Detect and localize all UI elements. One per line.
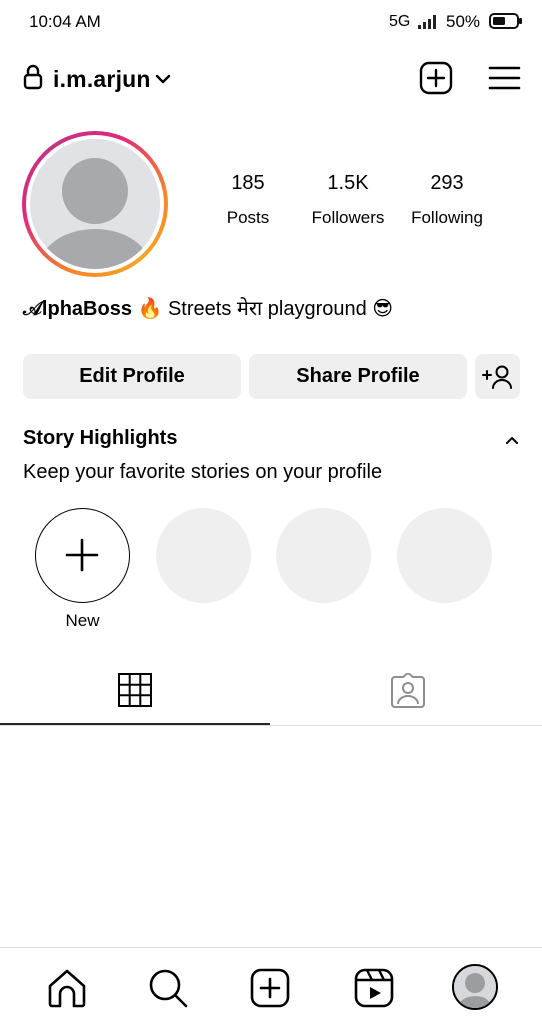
network-type: 5G: [389, 13, 411, 30]
grid-icon: [118, 673, 152, 707]
new-highlight-button[interactable]: [35, 508, 130, 603]
discover-people-button[interactable]: [475, 354, 520, 399]
chevron-down-icon[interactable]: [155, 72, 171, 86]
highlight-placeholder: [397, 508, 492, 603]
stat-following[interactable]: 293 Following: [392, 172, 502, 228]
avatar-placeholder: [30, 139, 160, 269]
tagged-person-icon: [391, 673, 425, 708]
display-name: 𝒜lphaBoss: [23, 298, 132, 320]
new-highlight-label: New: [65, 611, 100, 630]
profile-avatar[interactable]: [22, 131, 168, 277]
bottom-navigation: [0, 947, 542, 1024]
default-user-icon: [454, 966, 496, 1008]
edit-profile-button[interactable]: Edit Profile: [23, 354, 241, 399]
reels-icon[interactable]: [352, 966, 396, 1010]
profile-avatar-nav[interactable]: [452, 964, 498, 1010]
share-profile-button[interactable]: Share Profile: [249, 354, 467, 399]
followers-count: 1.5K: [327, 172, 369, 194]
lock-icon: [23, 64, 43, 90]
highlights-subtitle: Keep your favorite stories on your profi…: [23, 461, 383, 483]
home-icon[interactable]: [45, 966, 89, 1010]
highlights-title: Story Highlights: [23, 427, 178, 449]
posts-label: Posts: [226, 208, 270, 227]
default-user-icon: [30, 139, 160, 269]
highlight-placeholder: [156, 508, 251, 603]
add-person-icon: [481, 365, 512, 389]
tab-divider: [0, 725, 542, 726]
hamburger-menu-icon[interactable]: [486, 62, 522, 94]
signal-icon: [418, 15, 436, 29]
tab-posts-grid[interactable]: [0, 658, 270, 726]
edit-profile-label: Edit Profile: [79, 365, 185, 387]
battery-icon: [489, 13, 522, 29]
plus-square-icon[interactable]: [248, 966, 292, 1010]
search-icon[interactable]: [146, 966, 190, 1010]
followers-label: Followers: [311, 208, 385, 227]
plus-icon: [65, 538, 99, 572]
battery-percent: 50%: [446, 12, 481, 31]
tab-tagged[interactable]: [270, 658, 542, 726]
status-bar: 10:04 AM 5G 50%: [0, 0, 542, 44]
status-time: 10:04 AM: [29, 12, 101, 31]
share-profile-label: Share Profile: [296, 365, 420, 387]
stat-posts[interactable]: 185 Posts: [193, 172, 303, 228]
bio-text: 🔥 Streets मेरा playground 😎: [131, 298, 394, 320]
avatar-border: [26, 135, 164, 273]
profile-header: i.m.arjun: [0, 58, 542, 102]
profile-bio: 𝒜lphaBoss 🔥 Streets मेरा playground 😎: [23, 294, 393, 321]
following-label: Following: [411, 208, 483, 227]
stat-followers[interactable]: 1.5K Followers: [293, 172, 403, 228]
posts-count: 185: [231, 172, 265, 194]
highlight-placeholder: [276, 508, 371, 603]
create-button[interactable]: [418, 60, 454, 96]
username[interactable]: i.m.arjun: [53, 66, 151, 93]
following-count: 293: [430, 172, 464, 194]
chevron-up-icon[interactable]: [503, 433, 521, 447]
